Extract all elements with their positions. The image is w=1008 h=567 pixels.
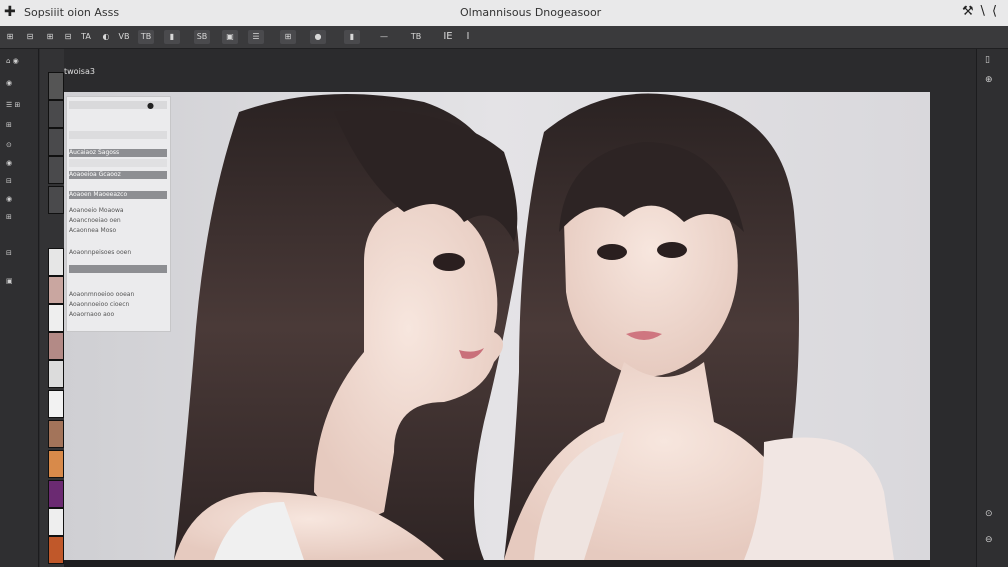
prop-row-16[interactable]: Aoaornaoo aoo: [69, 311, 167, 319]
tool-swatch-16[interactable]: [48, 536, 64, 564]
tool-3-button[interactable]: ⊞: [42, 30, 58, 44]
left-item-3[interactable]: ☰ ⊞: [6, 101, 26, 109]
prop-row-12[interactable]: Aoaonnpeisoes ooen: [69, 249, 167, 257]
pin-icon[interactable]: ⚒: [962, 4, 974, 19]
tool-5-button[interactable]: TA: [78, 30, 94, 44]
add-icon[interactable]: ⊕: [985, 75, 993, 85]
tool-13-button[interactable]: ⊞: [280, 30, 296, 44]
left-panel: ⌂ ◉ ◉ ☰ ⊞ ⊞ ⊙ ◉ ⊟ ◉ ⊞ ⊟ ▣: [0, 49, 39, 567]
back-arrow-icon[interactable]: ✚: [4, 4, 16, 20]
tool-swatch-9[interactable]: [48, 332, 64, 360]
prop-row-2[interactable]: [69, 131, 167, 139]
tool-swatch-12[interactable]: [48, 420, 64, 448]
left-item-4[interactable]: ⊞: [6, 121, 26, 129]
tool-1-button[interactable]: ⊞: [2, 30, 18, 44]
tool-swatch-13[interactable]: [48, 450, 64, 478]
prop-row-14[interactable]: Aoaonmnoeioo ooean: [69, 291, 167, 299]
tool-4-button[interactable]: ⊟: [60, 30, 76, 44]
tool-swatch-3[interactable]: [48, 128, 64, 156]
document-tab[interactable]: twoisa3: [64, 67, 95, 76]
left-item-6[interactable]: ◉: [6, 159, 26, 167]
close-icon[interactable]: ⟨: [992, 4, 997, 19]
right-panel: ▯ ⊕ ⊙ ⊖: [976, 49, 1008, 567]
window-title-left: Sopsiiit oion Asss: [24, 6, 120, 19]
tool-18-button[interactable]: IE: [440, 30, 456, 44]
prop-row-3[interactable]: Aucaiaoz Sagoss: [69, 149, 167, 157]
tool-swatch-4[interactable]: [48, 156, 64, 184]
prop-row-10[interactable]: Acaonnea Moso: [69, 227, 167, 235]
prop-row-13[interactable]: [69, 265, 167, 273]
left-item-7[interactable]: ⊟: [6, 177, 26, 185]
prop-row-4[interactable]: [69, 159, 167, 167]
tool-2-button[interactable]: ⊟: [22, 30, 38, 44]
tool-10-button[interactable]: SB: [194, 30, 210, 44]
image-canvas[interactable]: [64, 92, 930, 560]
toolbar: ⊞ ⊟ ⊞ ⊟ TA ◐ VB TB ▮ SB ▣ ☰ ⊞ ● ▮ — TB I…: [0, 26, 1008, 49]
tool-swatch-10[interactable]: [48, 360, 64, 388]
tool-swatch-6[interactable]: [48, 248, 64, 276]
tool-swatch-7[interactable]: [48, 276, 64, 304]
left-item-11[interactable]: ▣: [6, 277, 26, 285]
tool-12-button[interactable]: ☰: [248, 30, 264, 44]
tool-9-button[interactable]: ▮: [164, 30, 180, 44]
prop-row-5[interactable]: Aoaoeioa Gcaooz: [69, 171, 167, 179]
left-item-5[interactable]: ⊙: [6, 141, 26, 149]
status-bar: [64, 560, 930, 567]
tool-swatch-11[interactable]: [48, 390, 64, 418]
tool-6-button[interactable]: ◐: [98, 30, 114, 44]
tool-swatch-2[interactable]: [48, 100, 64, 128]
tool-7-button[interactable]: VB: [116, 30, 132, 44]
properties-panel: ● Aucaiaoz Sagoss Aoaoeioa Gcaooz Aoaoen…: [66, 96, 171, 332]
left-item-2[interactable]: ◉: [6, 79, 26, 87]
portrait-illustration: [64, 92, 930, 560]
tool-17-button[interactable]: TB: [408, 30, 424, 44]
layers-icon[interactable]: ▯: [985, 55, 990, 65]
tool-swatch-5[interactable]: [48, 186, 64, 214]
prop-row-9[interactable]: Aoancnoeiao oen: [69, 217, 167, 225]
tool-swatch-14[interactable]: [48, 480, 64, 508]
tool-15-button[interactable]: ▮: [344, 30, 360, 44]
tool-16-button[interactable]: —: [376, 30, 392, 44]
minimize-icon[interactable]: ∖: [978, 4, 986, 19]
left-item-10[interactable]: ⊟: [6, 249, 26, 257]
title-bar: ✚ Sopsiiit oion Asss Olmannisous Dnogeas…: [0, 0, 1008, 27]
left-item-1[interactable]: ⌂ ◉: [6, 57, 26, 65]
tool-swatch-1[interactable]: [48, 72, 64, 100]
left-item-9[interactable]: ⊞: [6, 213, 26, 221]
tool-swatch-8[interactable]: [48, 304, 64, 332]
window-title-center: Olmannisous Dnogeasoor: [460, 6, 602, 19]
left-item-8[interactable]: ◉: [6, 195, 26, 203]
prop-row-11[interactable]: [69, 239, 167, 247]
prop-row-6[interactable]: [69, 181, 167, 189]
tool-14-button[interactable]: ●: [310, 30, 326, 44]
tool-19-button[interactable]: I: [460, 30, 476, 44]
tool-11-button[interactable]: ▣: [222, 30, 238, 44]
tool-swatch-15[interactable]: [48, 508, 64, 536]
prop-row-15[interactable]: Aoaonnoeioo cioecn: [69, 301, 167, 309]
tool-8-button[interactable]: TB: [138, 30, 154, 44]
prop-row-8[interactable]: Aoanoeio Moaowa: [69, 207, 167, 215]
zoom-out-icon[interactable]: ⊖: [985, 535, 993, 545]
zoom-in-icon[interactable]: ⊙: [985, 509, 993, 519]
panel-dot-button[interactable]: ●: [147, 101, 154, 110]
prop-row-7[interactable]: Aoaoen Maoeeazco: [69, 191, 167, 199]
